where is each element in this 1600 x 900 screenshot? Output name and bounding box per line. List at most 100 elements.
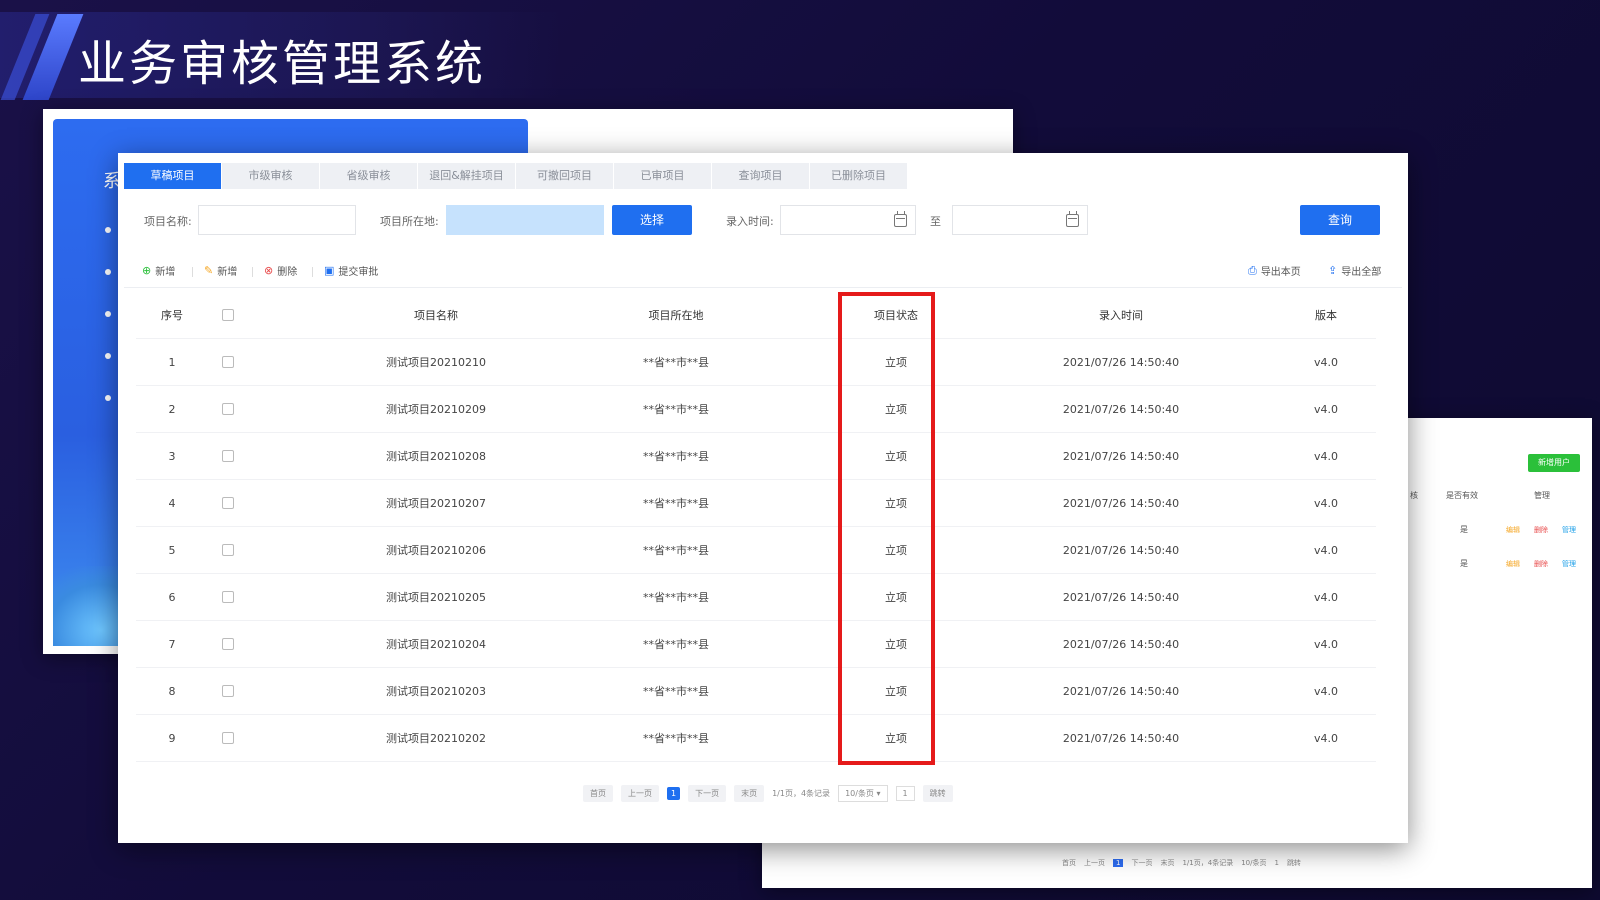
cell-select — [218, 339, 238, 385]
calendar-icon[interactable] — [1066, 211, 1079, 227]
cell-entry-time: 2021/07/26 14:50:40 — [1062, 355, 1180, 369]
cell-index: 5 — [168, 543, 176, 557]
cell-index: 6 — [168, 590, 176, 604]
delete-button[interactable]: ⊗ 删除 — [264, 263, 297, 278]
pencil-icon: ✎ — [204, 264, 214, 277]
cell-project-name: 测试项目20210203 — [386, 685, 486, 698]
cell-project-location: **省**市**县 — [643, 403, 709, 416]
row-checkbox[interactable] — [222, 732, 234, 744]
cell-index: 2 — [168, 402, 176, 416]
select-all-checkbox[interactable] — [222, 308, 234, 321]
main-window: 草稿项目 市级审核 省级审核 退回&解挂项目 可撤回项目 已审项目 查询项目 已… — [118, 153, 1408, 843]
jump-page-input[interactable]: 1 — [895, 786, 915, 801]
table-row[interactable]: 8 测试项目20210203 **省**市**县 立项 2021/07/26 14:50… — [136, 668, 1376, 715]
row-checkbox[interactable] — [222, 591, 234, 603]
add-button[interactable]: ⊕ 新增 — [142, 263, 175, 278]
rp-pager-next[interactable]: 下一页 — [1131, 858, 1152, 868]
pager-first-button[interactable]: 首页 — [583, 785, 613, 802]
rp-pager-prev[interactable]: 上一页 — [1084, 858, 1105, 868]
tab-province-review[interactable]: 省级审核 — [320, 163, 418, 189]
add-edit-button[interactable]: ✎ 新增 — [204, 263, 237, 278]
rp-pager-jump[interactable]: 跳转 — [1287, 858, 1301, 868]
cell-project-name: 测试项目20210208 — [386, 450, 486, 463]
cell-entry-time: 2021/07/26 14:50:40 — [1062, 637, 1180, 651]
row-checkbox[interactable] — [222, 544, 234, 556]
row-checkbox[interactable] — [222, 450, 234, 462]
bullet-dot — [105, 311, 111, 317]
plus-circle-icon: ⊕ — [142, 264, 152, 277]
cell-entry-time: 2021/07/26 14:50:40 — [1062, 684, 1180, 698]
tab-reviewed[interactable]: 已审项目 — [614, 163, 712, 189]
rp-delete-link[interactable]: 删除 — [1534, 559, 1548, 569]
row-checkbox[interactable] — [222, 638, 234, 650]
rp-pager-current[interactable]: 1 — [1113, 859, 1124, 867]
rp-col-header: 是否有效 — [1446, 491, 1478, 500]
rp-pager-first[interactable]: 首页 — [1062, 858, 1076, 868]
pager-last-button[interactable]: 末页 — [734, 785, 765, 802]
toolbar-divider-line — [124, 287, 1402, 288]
cell-project-status: 立项 — [885, 356, 907, 369]
jump-button[interactable]: 跳转 — [922, 785, 953, 802]
cell-version: v4.0 — [1313, 402, 1338, 416]
export-all-button[interactable]: ⇪ 导出全部 — [1328, 263, 1381, 278]
tab-returned[interactable]: 退回&解挂项目 — [418, 163, 516, 189]
table-body: 1 测试项目20210210 **省**市**县 立项 2021/07/26 14:50… — [136, 339, 1376, 762]
rp-edit-link[interactable]: 编辑 — [1506, 559, 1520, 569]
start-date-input[interactable] — [780, 205, 916, 235]
table-row[interactable]: 2 测试项目20210209 **省**市**县 立项 2021/07/26 14:50… — [136, 386, 1376, 433]
page-title: 业务审核管理系统 — [78, 36, 487, 92]
cell-select — [218, 527, 238, 573]
table-row[interactable]: 6 测试项目20210205 **省**市**县 立项 2021/07/26 14:50… — [136, 574, 1376, 621]
tab-city-review[interactable]: 市级审核 — [222, 163, 320, 189]
table-row[interactable]: 9 测试项目20210202 **省**市**县 立项 2021/07/26 14:50… — [136, 715, 1376, 762]
row-checkbox[interactable] — [222, 403, 234, 415]
rp-edit-link[interactable]: 编辑 — [1506, 525, 1520, 535]
cell-project-name: 测试项目20210210 — [386, 356, 486, 369]
end-date-input[interactable] — [952, 205, 1088, 235]
table-row[interactable]: 1 测试项目20210210 **省**市**县 立项 2021/07/26 14:50… — [136, 339, 1376, 386]
pager-prev-button[interactable]: 上一页 — [621, 785, 659, 802]
calendar-icon[interactable] — [894, 211, 907, 227]
export-page-button[interactable]: ⎙ 导出本页 — [1248, 263, 1301, 279]
add-label: 新增 — [155, 267, 176, 278]
tab-draft[interactable]: 草稿项目 — [124, 163, 222, 189]
cell-project-name: 测试项目20210209 — [386, 403, 486, 416]
rp-manage-link[interactable]: 管理 — [1562, 525, 1576, 535]
submit-approval-button[interactable]: ▣ 提交审批 — [324, 263, 378, 278]
project-name-input[interactable] — [198, 205, 356, 235]
date-range-separator: 至 — [930, 215, 941, 228]
table-row[interactable]: 3 测试项目20210208 **省**市**县 立项 2021/07/26 14:50… — [136, 433, 1376, 480]
cell-select — [218, 621, 238, 667]
select-location-button[interactable]: 选择 — [612, 205, 692, 235]
tab-query[interactable]: 查询项目 — [712, 163, 810, 189]
page-size-select[interactable]: 10/条页 ▾ — [838, 785, 888, 802]
table-row[interactable]: 7 测试项目20210204 **省**市**县 立项 2021/07/26 14:50… — [136, 621, 1376, 668]
rp-pager-jump-input[interactable]: 1 — [1274, 859, 1278, 867]
toolbar-divider — [192, 267, 193, 277]
cell-version: v4.0 — [1313, 590, 1338, 604]
rp-delete-link[interactable]: 删除 — [1534, 525, 1548, 535]
query-button[interactable]: 查询 — [1300, 205, 1380, 235]
rp-manage-link[interactable]: 管理 — [1562, 559, 1576, 569]
export-all-label: 导出全部 — [1341, 267, 1382, 278]
tab-deleted[interactable]: 已删除项目 — [810, 163, 908, 189]
row-checkbox[interactable] — [222, 497, 234, 509]
add-user-button[interactable]: 新增用户 — [1528, 454, 1580, 472]
pager-next-button[interactable]: 下一页 — [688, 785, 727, 802]
project-location-input[interactable] — [446, 205, 604, 235]
rp-pager-info: 1/1页，4条记录 — [1182, 859, 1234, 867]
cell-version: v4.0 — [1313, 684, 1338, 698]
table-row[interactable]: 5 测试项目20210206 **省**市**县 立项 2021/07/26 14:50… — [136, 527, 1376, 574]
col-header-index: 序号 — [161, 308, 183, 322]
tab-withdrawable[interactable]: 可撤回项目 — [516, 163, 614, 189]
rp-pager-size[interactable]: 10/条页 — [1241, 858, 1266, 868]
row-checkbox[interactable] — [222, 356, 234, 368]
cell-version: v4.0 — [1313, 496, 1338, 510]
project-table: 序号 项目名称 项目所在地 项目状态 录入时间 版本 1 测试项目20210210… — [136, 291, 1376, 762]
pager-current-page[interactable]: 1 — [667, 787, 681, 800]
cell-version: v4.0 — [1313, 449, 1338, 463]
row-checkbox[interactable] — [222, 685, 234, 697]
rp-pager-last[interactable]: 末页 — [1160, 858, 1174, 868]
table-row[interactable]: 4 测试项目20210207 **省**市**县 立项 2021/07/26 14:50… — [136, 480, 1376, 527]
cell-project-name: 测试项目20210205 — [386, 591, 486, 604]
